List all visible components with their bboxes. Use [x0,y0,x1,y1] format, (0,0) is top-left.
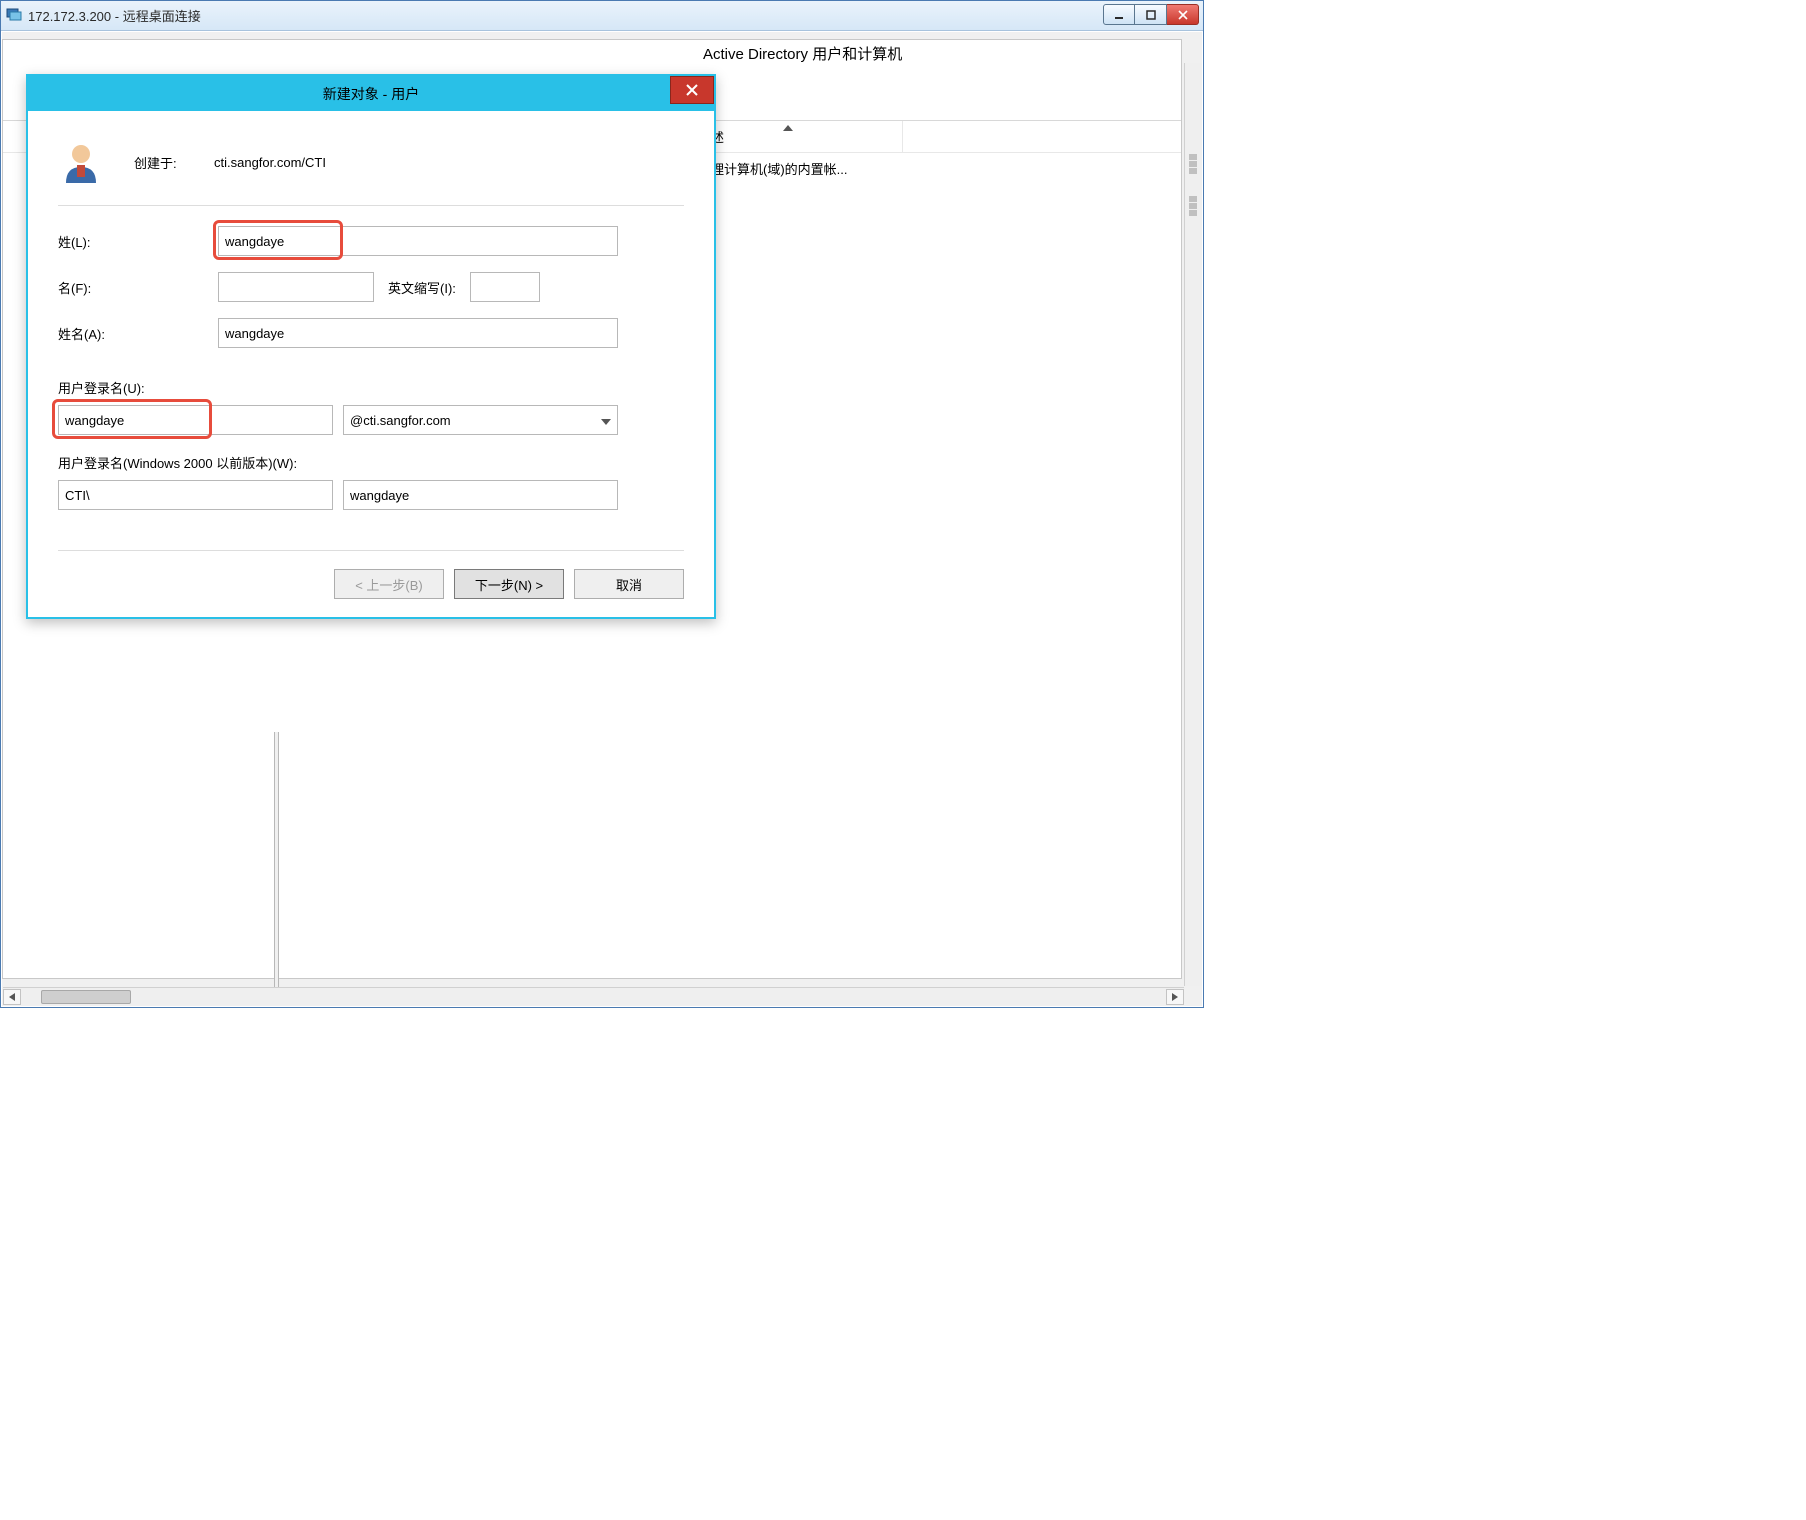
divider [58,205,684,206]
cancel-button[interactable]: 取消 [574,569,684,599]
maximize-button[interactable] [1135,4,1167,25]
rdp-icon [6,6,22,25]
created-in-value: cti.sangfor.com/CTI [214,155,326,170]
full-name-input[interactable] [218,318,618,348]
rdp-window: 172.172.3.200 - 远程桌面连接 Active Directory … [0,0,1204,1008]
logon-2000-label: 用户登录名(Windows 2000 以前版本)(W): [58,453,684,472]
logon-name-input[interactable] [58,405,333,435]
scroll-track[interactable] [21,989,1166,1005]
rdp-titlebar[interactable]: 172.172.3.200 - 远程桌面连接 [1,1,1203,31]
minimize-button[interactable] [1103,4,1135,25]
first-name-label: 名(F): [58,278,218,297]
dialog-title: 新建对象 - 用户 [323,84,419,104]
pane-splitter[interactable] [274,732,279,988]
logon-2000-input[interactable] [343,480,618,510]
close-button[interactable] [1167,4,1199,25]
vertical-scrollbar[interactable] [1184,63,1202,986]
logon-name-label: 用户登录名(U): [58,378,684,397]
rdp-title: 172.172.3.200 - 远程桌面连接 [28,6,201,25]
dialog-close-button[interactable] [670,76,714,104]
initials-input[interactable] [470,272,540,302]
column-header-description[interactable]: 述 [703,121,903,152]
dialog-body: 创建于: cti.sangfor.com/CTI 姓(L): 名(F): 英文缩… [28,111,714,617]
first-name-input[interactable] [218,272,374,302]
last-name-input[interactable] [218,226,618,256]
dialog-titlebar[interactable]: 新建对象 - 用户 [28,76,714,111]
last-name-label: 姓(L): [58,232,218,251]
next-button[interactable]: 下一步(N) > [454,569,564,599]
scroll-left-button[interactable] [3,989,21,1005]
created-in-label: 创建于: [134,153,214,172]
netbios-domain-input[interactable] [58,480,333,510]
wizard-buttons: < 上一步(B) 下一步(N) > 取消 [58,569,684,599]
initials-label: 英文缩写(I): [388,278,456,297]
divider [58,550,684,551]
scroll-thumb[interactable] [41,990,131,1004]
domain-select-value: @cti.sangfor.com [350,413,451,428]
horizontal-scrollbar[interactable] [3,987,1184,1005]
new-user-dialog: 新建对象 - 用户 创建于: cti.sangfor.com/CTI 姓(L): [26,74,716,619]
aduc-title: Active Directory 用户和计算机 [3,40,1181,66]
chevron-down-icon [601,413,611,428]
scrollbar-marks [1184,153,1202,217]
rdp-content: Active Directory 用户和计算机 述 理计算机(域)的内置帐... [2,32,1202,1006]
window-controls [1103,4,1199,25]
domain-select[interactable]: @cti.sangfor.com [343,405,618,435]
scroll-right-button[interactable] [1166,989,1184,1005]
user-icon [58,139,104,185]
full-name-label: 姓名(A): [58,324,218,343]
back-button: < 上一步(B) [334,569,444,599]
sort-ascending-icon [783,119,793,134]
list-item[interactable]: 理计算机(域)的内置帐... [711,159,1173,178]
